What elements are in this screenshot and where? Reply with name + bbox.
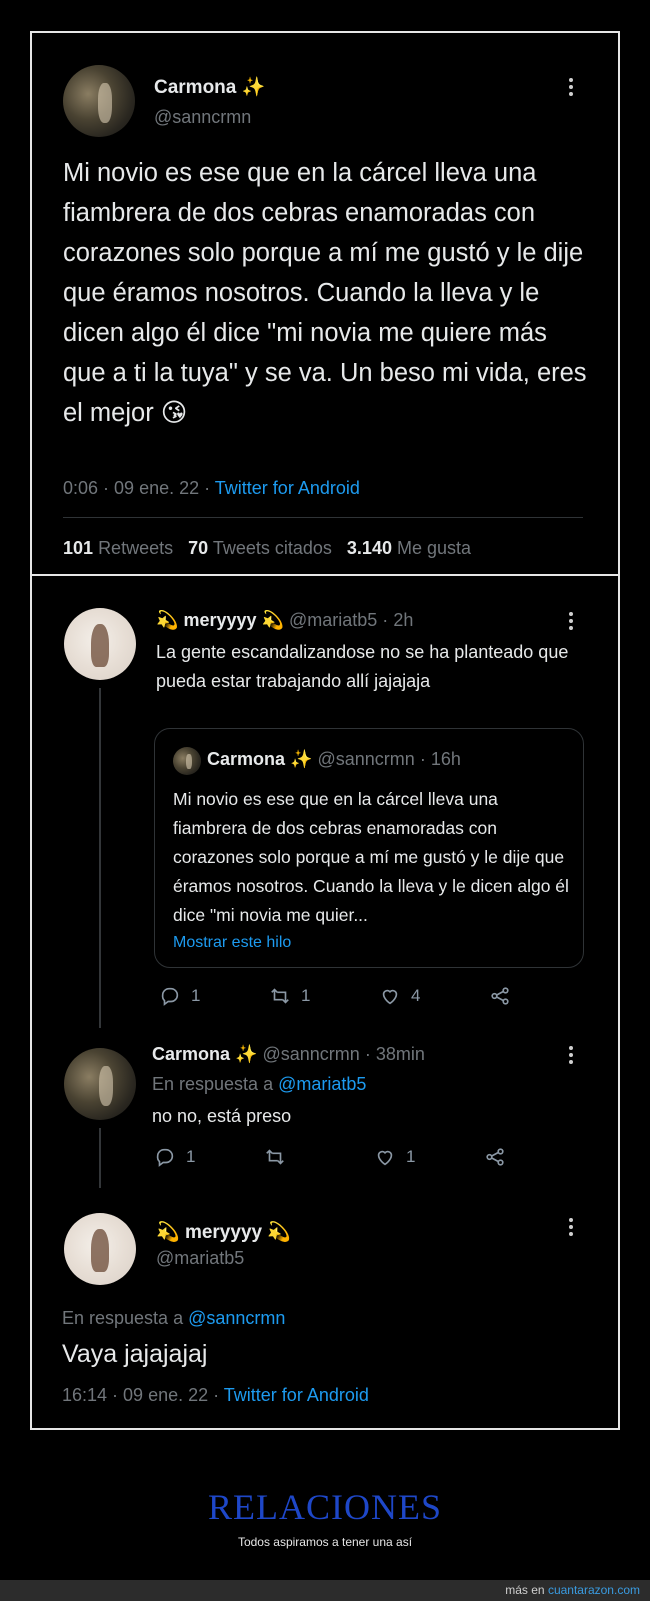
reply2-header: Carmona ✨ @sanncrmn · 38min [152,1044,425,1064]
reply-action[interactable]: 1 [154,1146,195,1168]
tweet-time[interactable]: 16:14 [62,1385,107,1405]
quoted-header: Carmona ✨ @sanncrmn · 16h [207,749,461,769]
reply2-text: no no, está preso [152,1106,292,1126]
quoted-tweet[interactable]: Carmona ✨ @sanncrmn · 16h Mi novio es es… [154,728,584,968]
tweet-panel: Carmona ✨ @sanncrmn Mi novio es ese que … [44,45,606,575]
more-icon[interactable] [568,78,574,99]
reply-to-handle-link[interactable]: @mariatb5 [278,1074,366,1094]
handle[interactable]: @sanncrmn [262,1044,359,1064]
share-icon [491,987,509,1005]
tweet-source[interactable]: Twitter for Android [224,1385,369,1405]
tweet-meta: 0:06 · 09 ene. 22 · Twitter for Android [63,478,360,498]
likes-stat[interactable]: 3.140 Me gusta [347,538,471,558]
kiss-emoji-icon: 😘 [160,399,188,427]
avatar [173,747,201,775]
more-icon[interactable] [568,612,574,633]
in-reply-to: En respuesta a @sanncrmn [62,1308,286,1328]
reply-icon [156,1148,174,1167]
tweet-text: Mi novio es ese que en la cárcel lleva u… [63,159,587,427]
sparkles-icon: ✨ [290,749,313,769]
in-reply-to: En respuesta a @mariatb5 [152,1074,367,1094]
retweet-icon [271,988,289,1004]
tweet-date[interactable]: 09 ene. 22 [114,478,199,498]
handle[interactable]: @sanncrmn [154,107,251,128]
avatar[interactable] [64,608,136,680]
retweet-icon [266,1149,284,1165]
thread-panel: 💫 meryyyy 💫 @mariatb5 · 2h La gente esca… [44,588,606,1416]
tweet-screenshot-frame: Carmona ✨ @sanncrmn Mi novio es ese que … [30,31,620,589]
show-thread-link[interactable]: Mostrar este hilo [173,934,291,952]
retweets-stat[interactable]: 101 Retweets [63,538,173,558]
share-action[interactable] [489,985,521,1007]
display-name[interactable]: Carmona ✨ [154,75,265,99]
display-name: Carmona [207,749,286,769]
reply-action[interactable]: 1 [159,985,200,1007]
avatar[interactable] [64,1213,136,1285]
thread-screenshot-frame: 💫 meryyyy 💫 @mariatb5 · 2h La gente esca… [30,574,620,1430]
avatar[interactable] [63,65,135,137]
handle[interactable]: @mariatb5 [289,610,377,630]
reply1-header: 💫 meryyyy 💫 @mariatb5 · 2h [156,610,414,630]
thread-line [99,688,101,1028]
more-icon[interactable] [568,1218,574,1239]
quoted-text: Mi novio es ese que en la cárcel lleva u… [173,789,569,925]
thread-line [99,1128,101,1188]
timestamp[interactable]: 38min [376,1044,425,1064]
tweet-meta: 16:14 · 09 ene. 22 · Twitter for Android [62,1385,369,1405]
timestamp[interactable]: 2h [393,610,413,630]
like-icon [382,989,398,1005]
reply-icon [161,987,179,1006]
share-icon [486,1148,504,1166]
more-link-text: más en cuantarazon.com [505,1583,640,1597]
divider [63,517,583,518]
like-action[interactable]: 1 [374,1146,415,1168]
page-title: RELACIONES [208,1487,442,1527]
display-name[interactable]: Carmona [152,1044,230,1064]
dizzy-icon: 💫 [156,610,179,630]
display-name[interactable]: meryyyy [183,610,256,630]
reply3-name: 💫 meryyyy 💫 [156,1220,291,1244]
site-link[interactable]: cuantarazon.com [548,1583,640,1597]
sparkles-icon: ✨ [241,77,266,98]
tweet-stats: 101 Retweets 70 Tweets citados 3.140 Me … [63,538,471,559]
retweet-action[interactable] [264,1146,296,1168]
handle[interactable]: @mariatb5 [156,1248,244,1269]
retweet-action[interactable]: 1 [269,985,310,1007]
display-name[interactable]: meryyyy [185,1222,262,1243]
handle: @sanncrmn [317,749,415,769]
tweet-source[interactable]: Twitter for Android [215,478,360,498]
reply1-text: La gente escandalizandose no se ha plant… [156,642,569,691]
share-action[interactable] [484,1146,516,1168]
dizzy-icon: 💫 [267,1222,292,1243]
avatar[interactable] [64,1048,136,1120]
reply-to-handle-link[interactable]: @sanncrmn [188,1308,285,1328]
dizzy-icon: 💫 [156,1222,180,1243]
page-subtitle: Todos aspiramos a tener una así [237,1535,413,1549]
tweet-time[interactable]: 0:06 [63,478,98,498]
tweet-date[interactable]: 09 ene. 22 [123,1385,208,1405]
footer-bar: más en cuantarazon.com [0,1580,650,1601]
quotes-stat[interactable]: 70 Tweets citados [188,538,332,558]
like-icon [377,1150,393,1166]
reply3-text: Vaya jajajajaj [62,1340,208,1368]
dizzy-icon: 💫 [261,610,284,630]
more-icon[interactable] [568,1046,574,1067]
sparkles-icon: ✨ [235,1044,258,1064]
timestamp: 16h [430,749,461,769]
like-action[interactable]: 4 [379,985,420,1007]
